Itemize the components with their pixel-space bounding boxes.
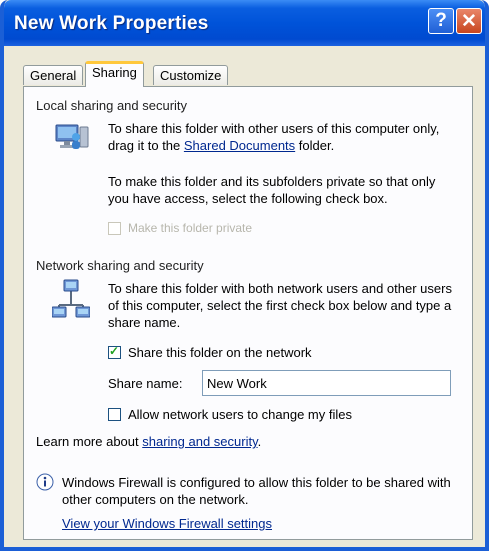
tab-general[interactable]: General	[23, 65, 84, 85]
private-text: To make this folder and its subfolders p…	[108, 174, 436, 206]
share-folder-label: Share this folder on the network	[128, 345, 312, 360]
share-name-input[interactable]	[202, 370, 451, 396]
local-sharing-heading: Local sharing and security	[36, 98, 188, 113]
help-button[interactable]: ?	[428, 8, 454, 34]
network-sharing-text: To share this folder with both network u…	[108, 281, 452, 330]
learn-more-prefix: Learn more about	[36, 434, 143, 449]
properties-window: New Work Properties ? ✕ General Sharing …	[0, 0, 489, 551]
computer-users-icon	[55, 124, 89, 149]
learn-more-suffix: .	[257, 434, 262, 449]
sharing-security-link[interactable]: sharing and security	[142, 434, 257, 449]
shared-documents-link[interactable]: Shared Documents	[184, 138, 295, 153]
sharing-panel: Local sharing and security To share this…	[23, 86, 473, 540]
make-private-checkbox[interactable]	[108, 222, 121, 235]
tab-sharing[interactable]: Sharing	[85, 61, 144, 87]
tab-customize[interactable]: Customize	[153, 65, 229, 85]
close-icon: ✕	[461, 10, 477, 32]
close-button[interactable]: ✕	[456, 8, 482, 34]
window-title: New Work Properties	[14, 13, 209, 34]
allow-change-checkbox[interactable]	[108, 408, 121, 421]
firewall-settings-link[interactable]: View your Windows Firewall settings	[62, 515, 272, 532]
firewall-text: Windows Firewall is configured to allow …	[62, 475, 451, 507]
title-bar[interactable]: New Work Properties ? ✕	[4, 0, 485, 46]
local-sharing-text: To share this folder with other users of…	[108, 120, 453, 154]
share-name-label: Share name:	[108, 376, 183, 391]
network-sharing-heading: Network sharing and security	[36, 258, 204, 273]
help-icon: ?	[435, 10, 447, 31]
local-text-after: folder.	[295, 138, 335, 153]
allow-change-label: Allow network users to change my files	[128, 407, 352, 422]
network-share-icon	[52, 279, 90, 318]
learn-more-line: Learn more about sharing and security.	[36, 433, 261, 450]
info-icon	[36, 473, 54, 491]
share-folder-checkbox[interactable]	[108, 344, 121, 359]
make-private-label: Make this folder private	[128, 221, 253, 235]
